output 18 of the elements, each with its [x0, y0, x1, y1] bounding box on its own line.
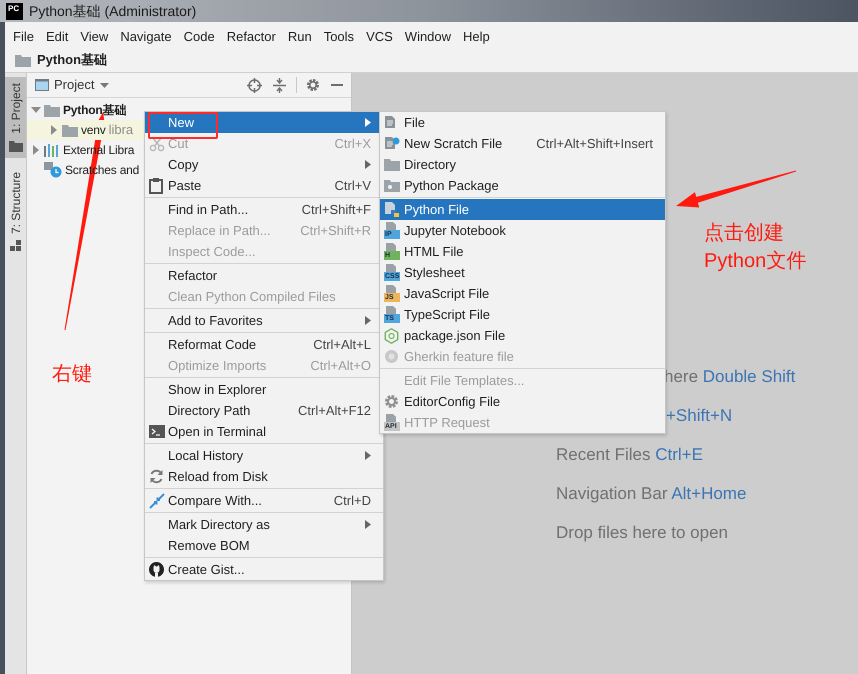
hint-text: +Shift+N [666, 404, 732, 427]
shortcut-text: Ctrl+Alt+O [310, 356, 371, 375]
hint-text: Recent Files Ctrl+E [556, 444, 703, 466]
app-icon: PC [6, 2, 23, 20]
shortcut-text: Ctrl+Alt+F12 [298, 402, 371, 420]
shortcut-text: Ctrl+V [334, 176, 371, 195]
annotation-text: 右键 [52, 362, 92, 387]
hint-text: Navigation Bar Alt+Home [556, 482, 746, 505]
shortcut-text: Ctrl+Shift+R [300, 222, 371, 240]
shortcut-text: Ctrl+Alt+Shift+Insert [536, 134, 653, 153]
shortcut-text: Ctrl+D [334, 492, 371, 510]
shortcut-text: Ctrl+X [334, 134, 371, 153]
shortcut-text: Ctrl+Alt+L [313, 336, 371, 354]
shortcut-text: Ctrl+Shift+F [302, 200, 371, 219]
window-title: Python基础 (Administrator) [29, 2, 196, 21]
tree-item-note: libra [108, 121, 134, 140]
hint-text: Drop files here to open [556, 522, 728, 544]
annotation-text: 点击创建 Python文件 [704, 221, 806, 274]
